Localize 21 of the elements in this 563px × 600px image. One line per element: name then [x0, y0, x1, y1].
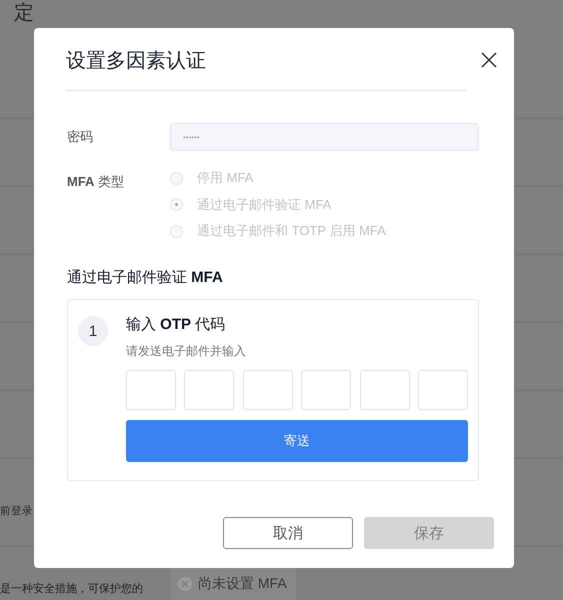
dialog-title: 设置多因素认证 [66, 48, 206, 74]
step-hint: 请发送电子邮件并输入 [126, 343, 247, 360]
close-circle-icon [178, 577, 192, 591]
row-label: 前登录 [0, 504, 33, 518]
code-input[interactable] [360, 370, 410, 410]
field-label: MFA 类型 [67, 173, 126, 191]
description-text: 是一种安全措施，可保护您的 [0, 583, 143, 596]
cancel-button[interactable]: 取消 [223, 517, 353, 549]
close-icon[interactable] [481, 52, 497, 68]
page-title: 定 [14, 1, 34, 25]
send-button[interactable]: 寄送 [126, 420, 468, 462]
field-label: 密码 [67, 128, 94, 146]
code-input[interactable] [418, 370, 468, 410]
code-input[interactable] [126, 370, 176, 410]
code-input[interactable] [184, 370, 234, 410]
step-title: 输入 OTP 代码 [126, 316, 226, 334]
code-input[interactable] [301, 370, 352, 410]
status-badge: 尚未设置 MFA [170, 568, 296, 600]
step-number: 1 [78, 316, 108, 346]
code-input[interactable] [242, 370, 293, 410]
section-title: 通过电子邮件验证 MFA [67, 268, 224, 287]
